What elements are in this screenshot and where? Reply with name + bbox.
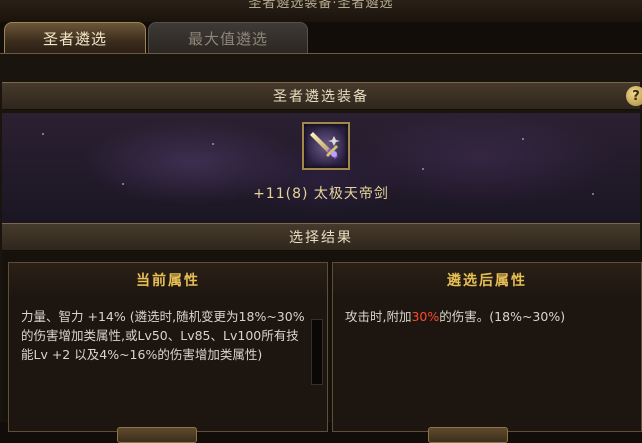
equipment-section-title: 圣者遴选装备 <box>273 89 369 105</box>
result-section-header: 选择结果 <box>2 223 640 251</box>
current-attributes-text: 力量、智力 +14% (遴选时,随机变更为18%~30%的伤害增加类属性,或Lv… <box>21 309 305 362</box>
result-section-title: 选择结果 <box>289 230 353 246</box>
selected-attributes-button[interactable] <box>428 427 508 443</box>
result-body: 当前属性 力量、智力 +14% (遴选时,随机变更为18%~30%的伤害增加类属… <box>2 252 642 443</box>
equipment-item-name: +11(8) 太极天帝剑 <box>253 186 389 202</box>
tab-saint-selection[interactable]: 圣者遴选 <box>4 22 146 53</box>
help-icon[interactable]: ? <box>626 86 642 106</box>
window-title: 圣者遴选装备·圣者遴选 <box>248 0 394 11</box>
selected-attributes-title: 遴选后属性 <box>333 263 641 297</box>
selected-attributes-panel: 遴选后属性 攻击时,附加30%的伤害。(18%~30%) <box>332 262 642 443</box>
sword-icon <box>310 132 340 159</box>
tab-max-value-selection[interactable]: 最大值遴选 <box>148 22 308 53</box>
current-attributes-scrollbar[interactable] <box>311 319 323 385</box>
current-attributes-button[interactable] <box>117 427 197 443</box>
selected-attributes-highlight: 30% <box>411 309 440 324</box>
selected-attributes-text: 攻击时,附加30%的伤害。(18%~30%) <box>345 307 625 326</box>
equipment-section-header: 圣者遴选装备 ? <box>2 82 642 110</box>
current-attributes-panel: 当前属性 力量、智力 +14% (遴选时,随机变更为18%~30%的伤害增加类属… <box>8 262 328 443</box>
selected-attributes-text-before: 攻击时,附加 <box>345 309 412 324</box>
selected-attributes-text-after: 的伤害。(18%~30%) <box>439 309 566 324</box>
current-attributes-title: 当前属性 <box>9 263 327 297</box>
top-strip: 圣者遴选装备·圣者遴选 <box>0 0 642 22</box>
equipment-item-slot[interactable] <box>302 122 350 170</box>
equipment-display: +11(8) 太极天帝剑 <box>2 113 640 223</box>
